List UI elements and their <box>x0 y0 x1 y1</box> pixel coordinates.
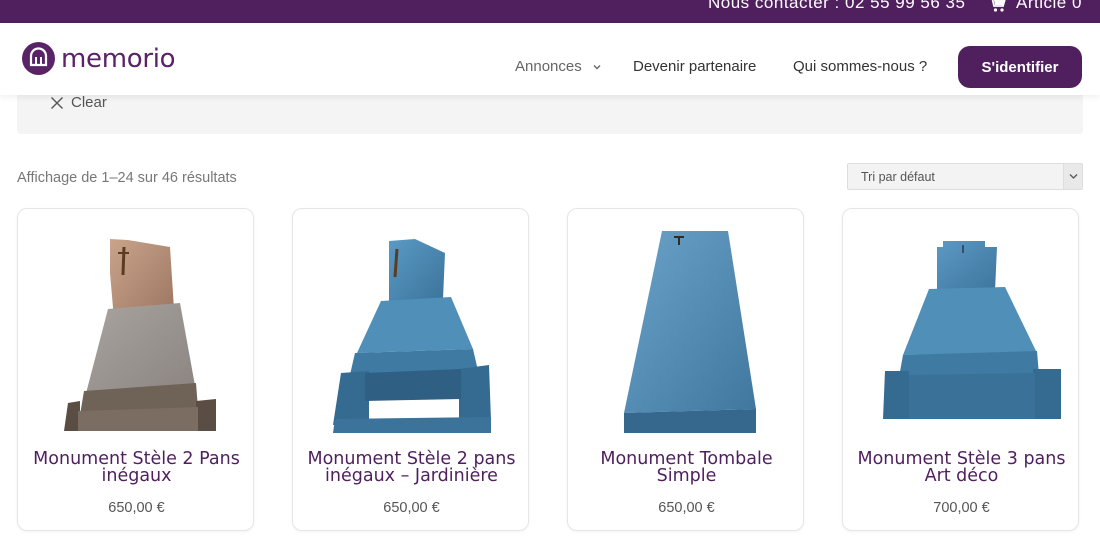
product-title[interactable]: Monument Tombale Simple <box>574 450 799 485</box>
logo-icon <box>22 42 55 75</box>
cart-icon[interactable] <box>988 0 1006 13</box>
product-image[interactable] <box>30 223 243 435</box>
product-card[interactable]: Monument Stèle 2 pans inégaux – Jardiniè… <box>292 208 529 531</box>
result-count: Affichage de 1–24 sur 46 résultats <box>17 170 237 186</box>
nav-devenir-partenaire[interactable]: Devenir partenaire <box>633 58 756 75</box>
chevron-down-icon <box>1069 174 1078 179</box>
clear-filters-button[interactable]: Clear <box>50 94 107 111</box>
top-bar: Nous contacter : 02 55 99 56 35 Article … <box>0 0 1100 23</box>
sort-selected-value: Tri par défaut <box>861 170 935 184</box>
product-image[interactable] <box>855 223 1068 435</box>
product-title[interactable]: Monument Stèle 2 Pans inégaux <box>24 450 249 485</box>
chevron-down-icon <box>593 65 601 70</box>
product-price: 650,00 € <box>108 500 165 516</box>
product-price: 650,00 € <box>383 500 440 516</box>
sort-dropdown-button[interactable] <box>1063 164 1082 189</box>
product-image[interactable] <box>580 223 793 435</box>
nav-annonces-label: Annonces <box>515 58 582 75</box>
sort-select[interactable]: Tri par défaut <box>847 163 1083 190</box>
product-price: 650,00 € <box>658 500 715 516</box>
nav-qui-sommes-nous[interactable]: Qui sommes-nous ? <box>793 58 927 75</box>
cart-count-link[interactable]: Article 0 <box>1016 0 1082 13</box>
close-icon <box>51 96 63 109</box>
product-price: 700,00 € <box>933 500 990 516</box>
contact-phone-link[interactable]: Nous contacter : 02 55 99 56 35 <box>708 0 965 13</box>
product-card[interactable]: Monument Tombale Simple 650,00 € <box>567 208 804 531</box>
product-title[interactable]: Monument Stèle 3 pans Art déco <box>849 450 1074 485</box>
nav-annonces[interactable]: Annonces <box>515 58 602 75</box>
product-card[interactable]: Monument Stèle 2 Pans inégaux 650,00 € <box>17 208 254 531</box>
clear-label: Clear <box>71 94 107 111</box>
product-card[interactable]: Monument Stèle 3 pans Art déco 700,00 € <box>842 208 1079 531</box>
product-title[interactable]: Monument Stèle 2 pans inégaux – Jardiniè… <box>299 450 524 485</box>
logo[interactable]: memorio <box>22 42 176 75</box>
logo-text: memorio <box>61 43 176 74</box>
login-button[interactable]: S'identifier <box>958 46 1082 88</box>
site-header: memorio Annonces Devenir partenaire Qui … <box>0 23 1100 95</box>
product-image[interactable] <box>305 223 518 435</box>
